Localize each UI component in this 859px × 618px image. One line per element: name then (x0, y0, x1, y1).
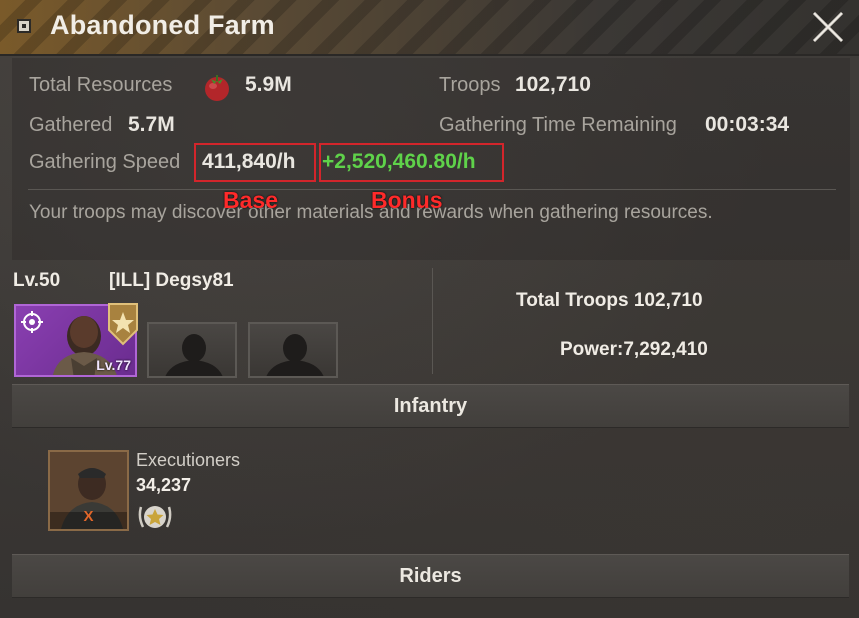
player-name: [ILL] Degsy81 (109, 270, 234, 291)
power: Power:7,292,410 (560, 339, 708, 360)
total-resources-value: 5.9M (245, 73, 292, 96)
page-title: Abandoned Farm (50, 10, 275, 40)
section-infantry[interactable]: Infantry (12, 384, 849, 428)
star-laurel-icon (138, 506, 172, 528)
troop-tier-mark: X (83, 508, 94, 525)
close-button[interactable] (809, 8, 847, 46)
annotation-base: Base (223, 187, 278, 213)
troops-label: Troops (439, 74, 501, 96)
base-speed-value: 411,840/h (202, 150, 296, 173)
commander-level: Lv.50 (13, 270, 61, 291)
title-bar: Abandoned Farm (0, 0, 859, 56)
abandoned-farm-panel: Abandoned Farm Total Resources 5.9M Troo… (0, 0, 859, 618)
tomato-icon (205, 75, 229, 101)
troops-value: 102,710 (515, 73, 591, 96)
crosshair-icon (21, 311, 43, 333)
troop-name: Executioners (136, 450, 241, 470)
troop-count: 34,237 (136, 475, 192, 495)
gathered-label: Gathered (29, 114, 113, 136)
total-resources-label: Total Resources (29, 74, 173, 96)
hero-slot-2[interactable] (147, 322, 237, 378)
empty-hero-silhouette-icon (266, 334, 324, 376)
troop-card-executioners[interactable]: X (48, 450, 129, 531)
gathered-value: 5.7M (128, 113, 175, 136)
bonus-speed-value: +2,520,460.80/h (322, 150, 476, 173)
close-icon (812, 11, 844, 43)
commander-divider (432, 268, 433, 374)
time-remaining-value: 00:03:34 (705, 113, 790, 136)
empty-hero-silhouette-icon (165, 334, 223, 376)
gathering-speed-label: Gathering Speed (29, 151, 181, 173)
total-troops: Total Troops 102,710 (516, 290, 703, 311)
rank-badge-icon (108, 303, 138, 346)
annotation-bonus: Bonus (371, 187, 443, 213)
time-remaining-label: Gathering Time Remaining (439, 114, 677, 136)
hero-level: Lv.77 (96, 357, 131, 373)
section-riders[interactable]: Riders (12, 554, 849, 598)
hero-slot-3[interactable] (248, 322, 338, 378)
title-badge-icon (17, 19, 31, 33)
